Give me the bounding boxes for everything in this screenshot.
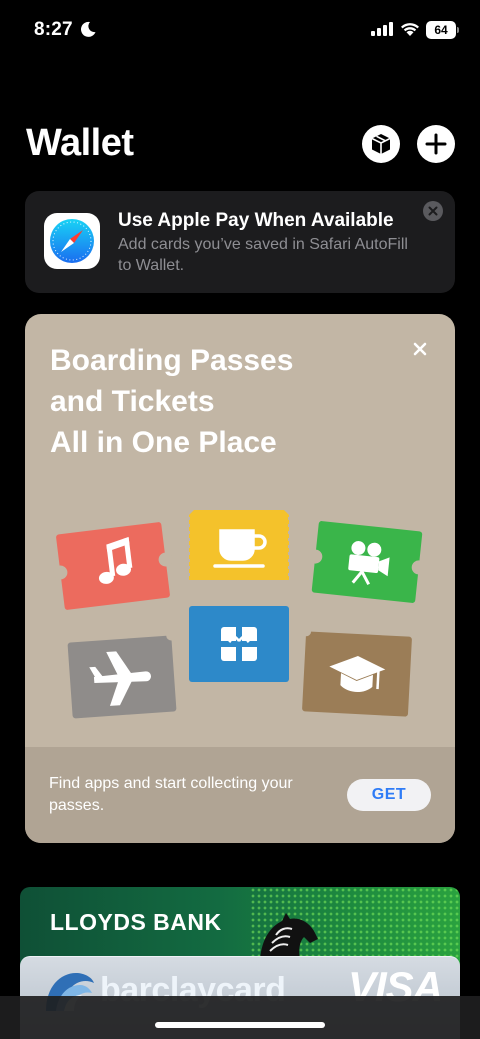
promo-headline-line: All in One Place (50, 426, 277, 459)
bottom-overlay (0, 996, 480, 1039)
graduation-ticket (301, 626, 412, 717)
moon-icon (80, 21, 96, 37)
safari-icon (44, 213, 100, 269)
suggestion-body: Add cards you’ve saved in Safari AutoFil… (118, 236, 408, 274)
status-bar: 8:27 64 (0, 0, 480, 60)
promo-headline-line: and Tickets (50, 385, 215, 418)
apple-pay-suggestion-banner[interactable]: Use Apple Pay When Available Add cards y… (25, 191, 455, 293)
orders-box-button[interactable] (362, 125, 400, 163)
tickets-illustration (53, 510, 426, 719)
black-horse-logo (260, 913, 318, 959)
coffee-ticket (188, 510, 290, 580)
cellular-signal-icon (371, 22, 393, 36)
wifi-icon (401, 23, 419, 36)
promo-message: Find apps and start collecting your pass… (49, 775, 293, 814)
close-icon (428, 206, 438, 216)
dismiss-suggestion-button[interactable] (423, 201, 443, 221)
card-bank-name: LLOYDS BANK (50, 909, 222, 935)
add-card-button[interactable] (417, 125, 455, 163)
box-icon (371, 134, 391, 154)
gift-icon (221, 627, 257, 661)
battery-tip (457, 27, 459, 33)
status-time: 8:27 (34, 19, 73, 40)
suggestion-title: Use Apple Pay When Available (118, 210, 394, 231)
promo-headline-line: Boarding Passes (50, 344, 294, 377)
get-button[interactable]: GET (347, 779, 431, 811)
gift-ticket (189, 606, 289, 682)
promo-footer: Find apps and start collecting your pass… (25, 747, 455, 843)
promo-headline: Boarding Passes and Tickets All in One P… (50, 340, 410, 463)
airplane-ticket (67, 630, 177, 719)
movie-ticket (308, 521, 426, 603)
music-ticket (53, 522, 173, 610)
page-title: Wallet (26, 122, 134, 164)
dismiss-promo-button[interactable] (411, 340, 429, 358)
plus-icon (425, 133, 447, 155)
home-indicator[interactable] (155, 1022, 325, 1028)
boarding-passes-promo-card: Boarding Passes and Tickets All in One P… (25, 314, 455, 843)
battery-icon: 64 (426, 21, 456, 39)
